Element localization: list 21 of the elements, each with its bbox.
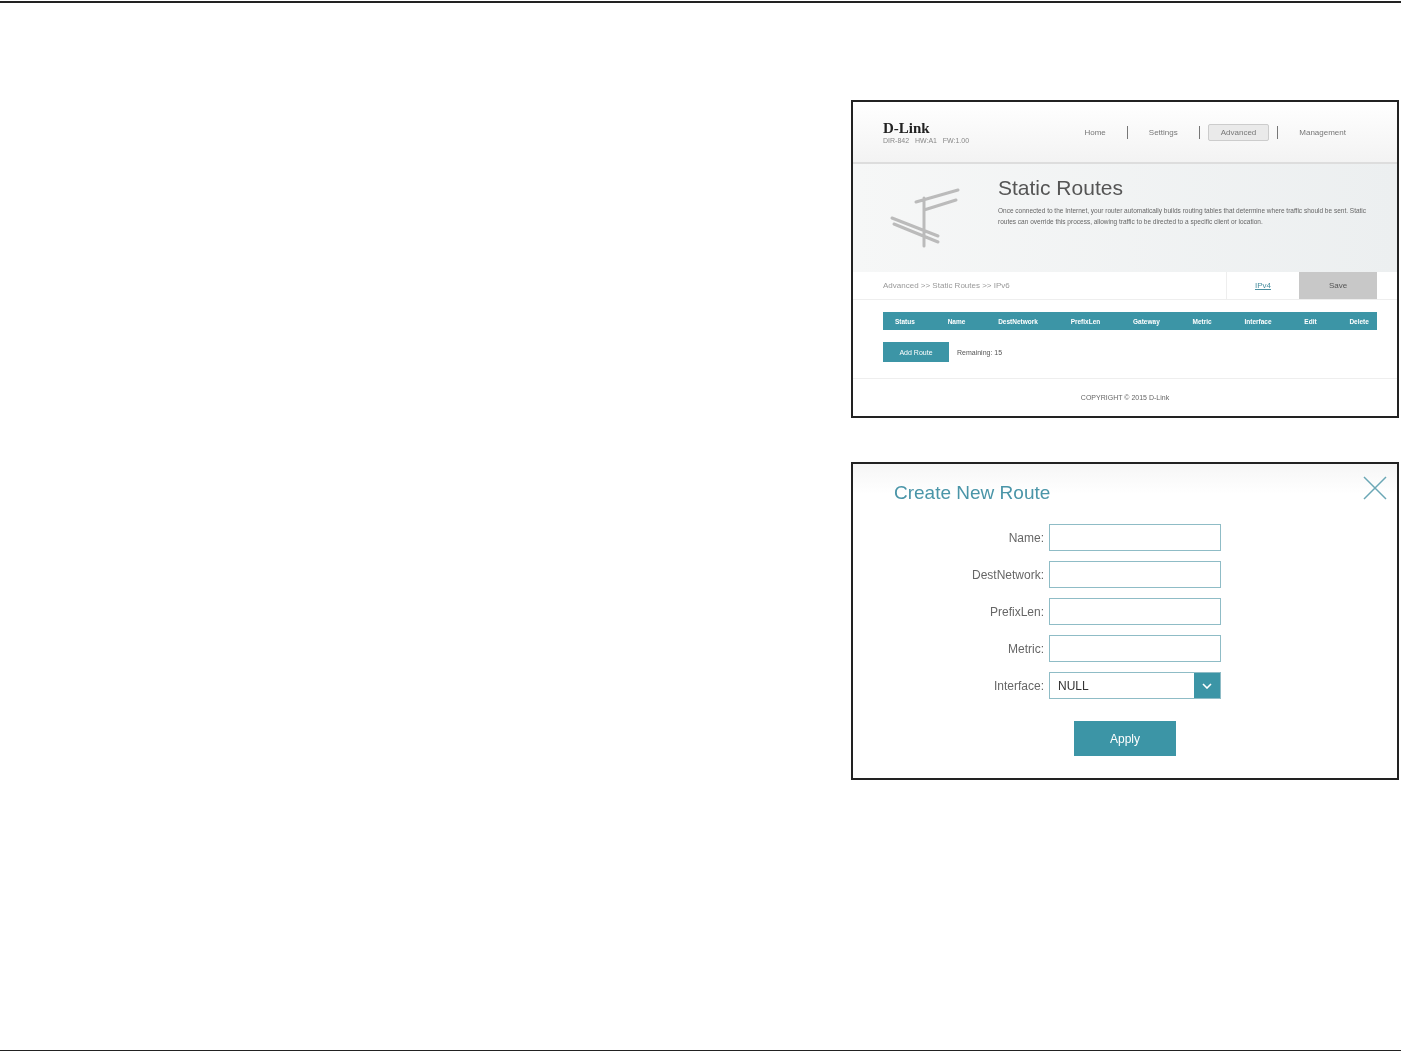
nav-tab[interactable]: Management: [1286, 123, 1359, 141]
nav-tab[interactable]: Settings: [1135, 123, 1191, 141]
interface-dropdown[interactable]: NULL: [1049, 672, 1221, 699]
page-title: Static Routes: [998, 176, 1124, 200]
breadcrumb: Advanced >> Static Routes >> IPv6: [883, 281, 1011, 290]
text-input-field[interactable]: [1049, 561, 1221, 588]
nav-tab[interactable]: Home: [1071, 123, 1119, 141]
apply-button[interactable]: Apply: [1074, 721, 1176, 756]
field-label: Name:: [1007, 530, 1044, 545]
field-label: Interface:: [992, 678, 1044, 693]
close-icon[interactable]: [1363, 476, 1387, 500]
chevron-down-icon: [1202, 682, 1212, 689]
text-input-field[interactable]: [1049, 598, 1221, 625]
field-label: PrefixLen:: [988, 604, 1044, 619]
field-label: Metric:: [1007, 641, 1044, 656]
text-input-field[interactable]: [1049, 635, 1221, 662]
logo: D-Link: [883, 120, 931, 137]
dialog-title: Create New Route: [894, 482, 1051, 504]
field-label: DestNetwork:: [970, 567, 1044, 582]
text-input-field[interactable]: [1049, 524, 1221, 551]
nav-tab[interactable]: Advanced: [1207, 123, 1270, 141]
